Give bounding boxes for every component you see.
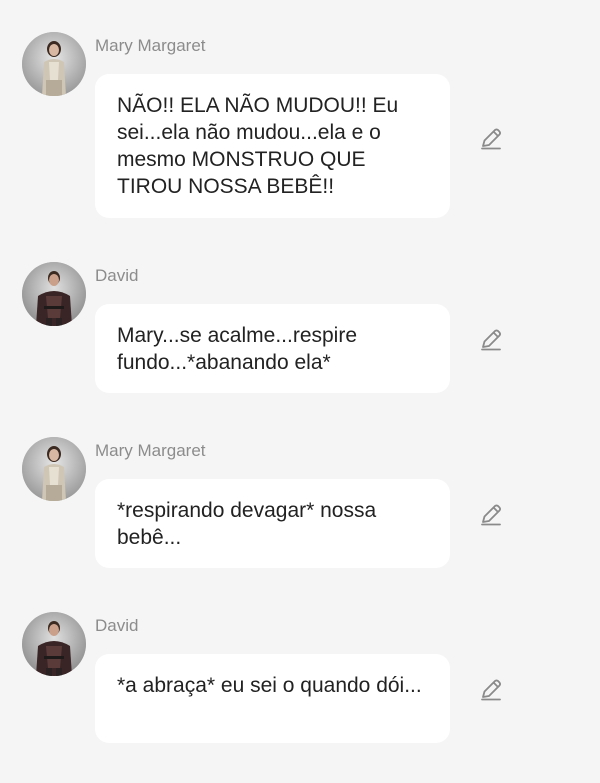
david-avatar-icon [22,262,86,326]
message-bubble: *a abraça* eu sei o quando dói... [95,654,450,743]
message-bubble: *respirando devagar* nossa bebê... [95,479,450,568]
message-author: Mary Margaret [95,441,206,460]
mary-margaret-avatar-icon [22,32,86,96]
edit-icon[interactable] [478,126,504,152]
chat-message: Mary Margaret NÃO!! ELA NÃO MUDOU!! Eu s… [0,32,600,222]
mary-margaret-avatar-icon [22,437,86,501]
avatar[interactable] [22,612,86,676]
message-bubble: Mary...se acalme...respire fundo...*aban… [95,304,450,393]
chat-message: David *a abraça* eu sei o quando dói... [0,612,600,747]
edit-icon[interactable] [478,502,504,528]
avatar[interactable] [22,437,86,501]
message-bubble: NÃO!! ELA NÃO MUDOU!! Eu sei...ela não m… [95,74,450,218]
avatar[interactable] [22,262,86,326]
chat-message: Mary Margaret *respirando devagar* nossa… [0,437,600,572]
message-author: David [95,616,139,635]
message-author: Mary Margaret [95,36,206,55]
chat-message: David Mary...se acalme...respire fundo..… [0,262,600,397]
message-author: David [95,266,139,285]
avatar[interactable] [22,32,86,96]
edit-icon[interactable] [478,327,504,353]
david-avatar-icon [22,612,86,676]
edit-icon[interactable] [478,677,504,703]
